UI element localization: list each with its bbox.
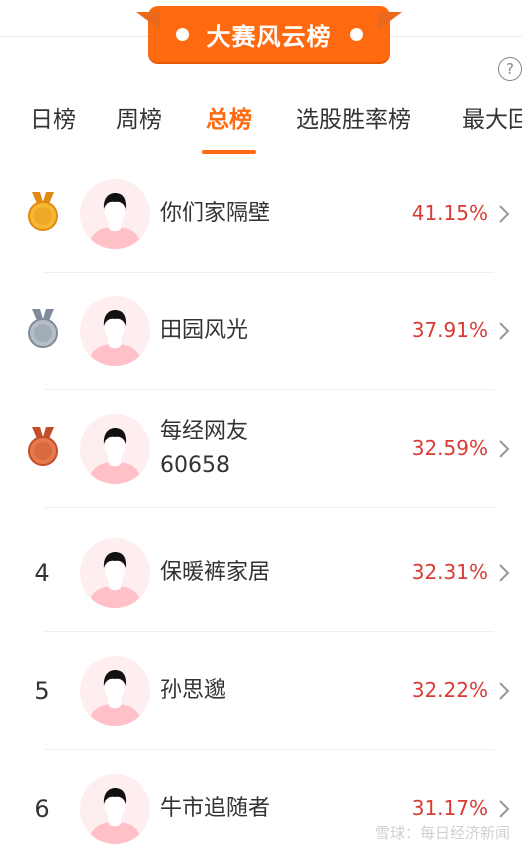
tab-label: 周榜: [116, 107, 162, 133]
row-chevron[interactable]: [496, 320, 512, 342]
avatar[interactable]: [80, 179, 150, 249]
leaderboard-row[interactable]: 每经网友 60658 32.59%: [0, 390, 522, 508]
user-name: 你们家隔壁: [160, 201, 271, 226]
person-icon: [80, 774, 150, 844]
banner-ribbon-right: [378, 12, 402, 30]
rank-medal: [26, 309, 60, 349]
person-icon: [80, 296, 150, 366]
rank-number: 5: [34, 677, 50, 705]
ranking-tabs: 日榜 周榜 总榜 选股胜率榜 最大回: [0, 98, 522, 158]
person-icon: [80, 538, 150, 608]
banner-ribbon-left: [136, 12, 160, 30]
tab-stock-win-rate[interactable]: 选股胜率榜: [296, 98, 411, 158]
row-chevron[interactable]: [496, 562, 512, 584]
chevron-right-icon: [499, 205, 510, 223]
chevron-right-icon: [499, 800, 510, 818]
rank-medal: [26, 427, 60, 467]
watermark: 雪球：每日经济新闻: [374, 824, 510, 842]
avatar[interactable]: [80, 538, 150, 608]
avatar[interactable]: [80, 296, 150, 366]
person-icon: [80, 179, 150, 249]
row-chevron[interactable]: [496, 438, 512, 460]
tab-daily[interactable]: 日榜: [30, 98, 76, 158]
chevron-right-icon: [499, 322, 510, 340]
user-name: 每经网友 60658: [160, 415, 248, 483]
win-rate: 37.91%: [411, 318, 488, 342]
row-chevron[interactable]: [496, 680, 512, 702]
tab-label: 总榜: [206, 107, 252, 133]
avatar[interactable]: [80, 414, 150, 484]
tab-overall[interactable]: 总榜: [202, 98, 256, 158]
row-divider: [44, 507, 494, 508]
tab-label: 选股胜率榜: [296, 107, 411, 133]
win-rate: 31.17%: [411, 796, 488, 820]
silver-medal-icon: [28, 309, 58, 348]
leaderboard-banner: 大赛风云榜: [136, 6, 402, 62]
tab-weekly[interactable]: 周榜: [116, 98, 162, 158]
win-rate: 32.59%: [411, 436, 488, 460]
win-rate: 41.15%: [411, 201, 488, 225]
user-name: 保暖裤家居: [160, 560, 271, 585]
avatar[interactable]: [80, 774, 150, 844]
avatar[interactable]: [80, 656, 150, 726]
leaderboard-row[interactable]: 4 保暖裤家居 32.31%: [0, 514, 522, 632]
tab-max-drawdown[interactable]: 最大回: [462, 98, 522, 158]
win-rate: 32.22%: [411, 678, 488, 702]
user-name: 牛市追随者: [160, 796, 271, 821]
banner-title: 大赛风云榜: [206, 22, 332, 51]
user-name-line: 60658: [160, 453, 230, 478]
user-name: 田园风光: [160, 318, 249, 343]
user-name: 孙思邈: [160, 678, 227, 703]
chevron-right-icon: [499, 682, 510, 700]
leaderboard-row[interactable]: 你们家隔壁 41.15%: [0, 155, 522, 273]
active-tab-indicator: [202, 150, 256, 154]
user-name-line: 每经网友: [160, 419, 249, 444]
win-rate: 32.31%: [411, 560, 488, 584]
gold-medal-icon: [28, 192, 58, 231]
tab-label: 最大回: [462, 107, 522, 133]
bronze-medal-icon: [28, 427, 58, 466]
person-icon: [80, 414, 150, 484]
rank-number: 4: [34, 559, 50, 587]
banner-dot-left: [175, 27, 189, 41]
leaderboard-row[interactable]: 田园风光 37.91%: [0, 272, 522, 390]
leaderboard-row[interactable]: 5 孙思邈 32.22%: [0, 632, 522, 750]
chevron-right-icon: [499, 440, 510, 458]
banner-dot-right: [349, 27, 363, 41]
row-chevron[interactable]: [496, 203, 512, 225]
row-chevron[interactable]: [496, 798, 512, 820]
chevron-right-icon: [499, 564, 510, 582]
rank-medal: [26, 192, 60, 232]
rank-number: 6: [34, 795, 50, 823]
person-icon: [80, 656, 150, 726]
tab-label: 日榜: [30, 107, 76, 133]
question-icon[interactable]: ?: [498, 57, 522, 81]
